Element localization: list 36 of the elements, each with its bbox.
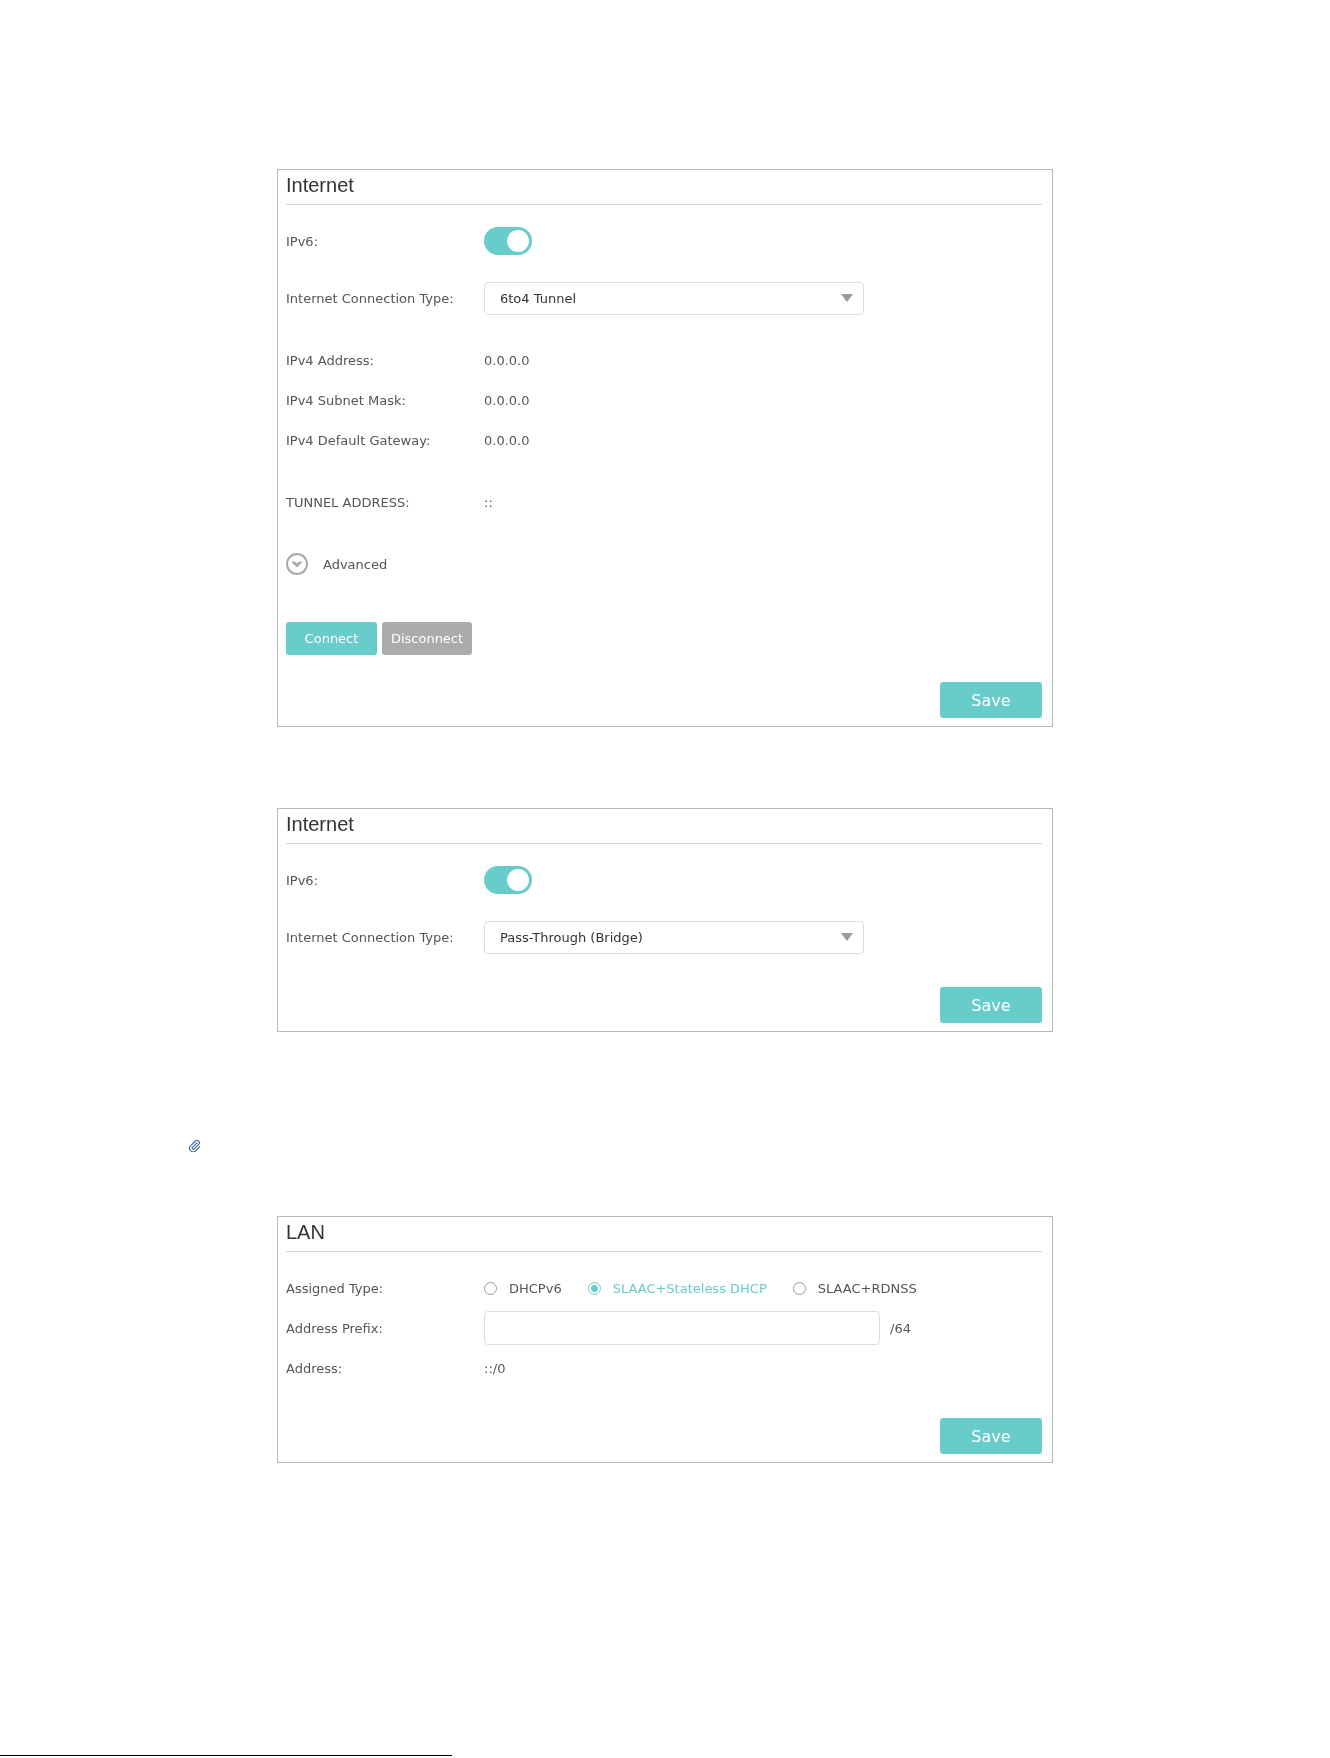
expand-toggle[interactable]: Advanced bbox=[286, 553, 388, 575]
field-value: :: bbox=[484, 494, 493, 510]
field-label: IPv4 Subnet Mask: bbox=[286, 392, 406, 408]
field-label: IPv4 Default Gateway: bbox=[286, 432, 431, 448]
caret-icon bbox=[841, 933, 853, 941]
toggle-switch[interactable] bbox=[484, 227, 532, 255]
save-button[interactable]: Save bbox=[940, 987, 1042, 1023]
dropdown[interactable]: Pass-Through (Bridge) bbox=[484, 920, 864, 954]
radio-option[interactable]: DHCPv6 bbox=[484, 1280, 562, 1296]
field-label: TUNNEL ADDRESS: bbox=[286, 494, 410, 510]
field-label: Internet Connection Type: bbox=[286, 929, 454, 945]
panel-title: LAN bbox=[286, 1220, 325, 1244]
connect-button[interactable]: Connect bbox=[286, 622, 377, 655]
panel-title: Internet bbox=[286, 812, 354, 836]
save-button[interactable]: Save bbox=[940, 1418, 1042, 1454]
radio-option[interactable]: SLAAC+Stateless DHCP bbox=[587, 1280, 767, 1296]
field-value: 0.0.0.0 bbox=[484, 432, 530, 448]
panel-title: Internet bbox=[286, 173, 354, 197]
toggle-switch[interactable] bbox=[484, 866, 532, 894]
field-label: Address Prefix: bbox=[286, 1320, 383, 1336]
field-value: 0.0.0.0 bbox=[484, 392, 530, 408]
field-suffix: /64 bbox=[890, 1320, 911, 1336]
field-label: IPv6: bbox=[286, 872, 319, 888]
field-value: 0.0.0.0 bbox=[484, 352, 530, 368]
field-label: IPv6: bbox=[286, 233, 319, 249]
field-label: Assigned Type: bbox=[286, 1280, 384, 1296]
dropdown[interactable]: 6to4 Tunnel bbox=[484, 281, 864, 315]
radio-option[interactable]: SLAAC+RDNSS bbox=[792, 1280, 917, 1296]
field-value: ::/0 bbox=[484, 1360, 506, 1376]
input-field[interactable] bbox=[484, 1311, 880, 1345]
caret-icon bbox=[841, 294, 853, 302]
field-label: IPv4 Address: bbox=[286, 352, 374, 368]
save-button[interactable]: Save bbox=[940, 682, 1042, 718]
field-label: Internet Connection Type: bbox=[286, 290, 454, 306]
paperclip-icon bbox=[188, 1139, 201, 1152]
field-label: Address: bbox=[286, 1360, 343, 1376]
